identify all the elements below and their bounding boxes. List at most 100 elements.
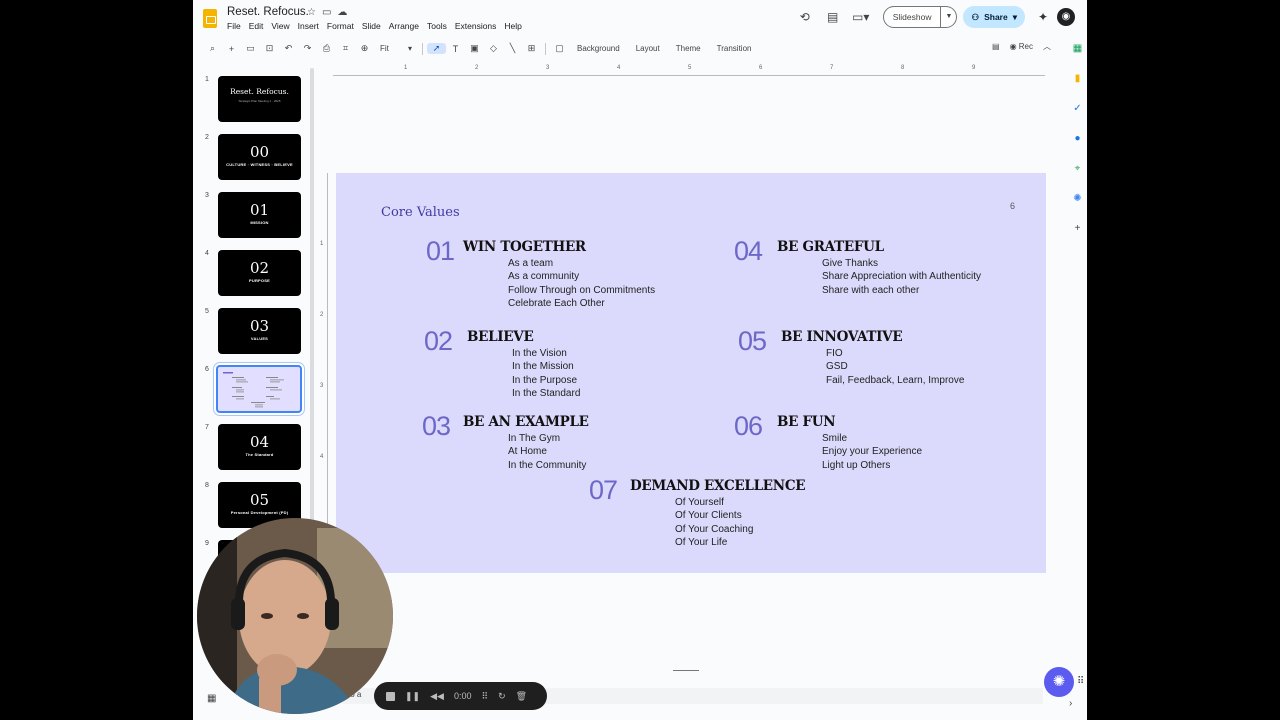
thumbnail-number: 03 [249,317,270,335]
drag-handle-icon[interactable]: ⠿ [481,691,488,702]
account-avatar[interactable]: ◉ [1057,8,1075,26]
slide-thumbnail[interactable]: 04 The Standard [218,424,301,470]
maps-icon[interactable]: ⌖ [1072,163,1084,175]
rewind-icon[interactable]: ◀◀ [430,691,444,702]
menu-arrange[interactable]: Arrange [389,21,419,31]
transition-button[interactable]: Transition [709,44,760,53]
slide-thumbnail[interactable]: 02 PURPOSE [218,250,301,296]
contacts-icon[interactable]: ● [1072,133,1084,145]
comment-add-icon[interactable]: ⊞ [522,43,541,54]
grid-view-icon[interactable]: ▦ [207,693,216,704]
paint-format-icon[interactable]: ⌗ [336,43,355,54]
chevron-right-icon[interactable]: › [1069,698,1072,709]
slide-layout-icon[interactable]: ▭ [241,43,260,54]
redo-icon[interactable]: ↷ [298,43,317,54]
core-value-number: 03 [422,411,451,441]
menu-help[interactable]: Help [504,21,521,31]
slide-number: 3 [205,192,209,199]
horizontal-ruler[interactable]: 1 2 3 4 5 6 7 8 9 [333,64,1045,76]
line-icon[interactable]: ╲ [503,43,522,54]
insert-image-icon[interactable]: ▣ [465,43,484,54]
cloud-status-icon[interactable]: ☁ [337,7,347,18]
menu-file[interactable]: File [227,21,241,31]
core-value-item: In the Standard [512,387,581,399]
sheets-icon[interactable]: ▦ [1072,43,1084,55]
menu-format[interactable]: Format [327,21,354,31]
slide-thumbnail[interactable]: Reset. Refocus. Strategic Plan Meeting 1… [218,76,301,122]
restart-icon[interactable]: ↻ [498,691,506,702]
slide-number: 9 [205,540,209,547]
slideshow-dropdown-icon[interactable]: ▼ [941,6,958,28]
star-icon[interactable]: ☆ [307,7,316,18]
toolbar-right: ▤ ◉ Rec ︿ [992,41,1051,52]
filmstrip-item[interactable]: 7 04 The Standard [193,422,311,472]
slide-thumbnail-active[interactable] [216,365,302,413]
zoom-select[interactable]: Fit ▾ [374,44,418,53]
filmstrip-item[interactable]: 2 00 CULTURE · WITNESS · BELIEVE [193,132,311,182]
share-button[interactable]: ⚇ Share ▾ [963,6,1025,28]
core-value-item: Follow Through on Commitments [508,284,656,296]
get-addons-icon[interactable]: + [1072,223,1084,235]
meet-icon[interactable]: ▭▾ [847,10,875,24]
drag-dots-icon[interactable]: ⠿ [1077,676,1084,687]
core-value-item: In The Gym [508,433,561,444]
collapse-toolbar-icon[interactable]: ︿ [1043,41,1051,52]
slide-number: 1 [205,76,209,83]
vertical-ruler[interactable]: 1 2 3 4 [320,173,328,573]
rec-label: Rec [1018,42,1033,51]
shape-icon[interactable]: ◇ [484,43,503,54]
theme-button[interactable]: Theme [668,44,709,53]
zoom-icon[interactable]: ⊕ [355,43,374,54]
core-value-heading: BE GRATEFUL [777,239,884,255]
speaker-notes-icon[interactable]: ▤ [992,42,1000,51]
slide-canvas[interactable]: Core Values 6 01 WIN TOGETHER As a team … [336,173,1046,573]
share-dropdown-icon[interactable]: ▾ [1013,12,1017,23]
tasks-icon[interactable]: ✓ [1072,103,1084,115]
filmstrip-item[interactable]: 5 03 VALUES [193,306,311,356]
layout-button[interactable]: Layout [628,44,668,53]
core-value-item: Of Your Clients [675,510,742,522]
text-box-icon[interactable]: T [446,44,465,54]
version-history-icon[interactable]: ⟲ [791,10,819,24]
stop-recording-icon[interactable] [386,691,395,701]
menu-view[interactable]: View [271,21,289,31]
pause-icon[interactable]: ❚❚ [405,691,420,702]
addon-icon[interactable]: ✺ [1072,193,1084,205]
core-value-item: At Home [508,446,547,458]
print-icon[interactable]: ⎙ [317,43,336,54]
undo-icon[interactable]: ↶ [279,43,298,54]
search-menus-icon[interactable]: ⌕ [203,43,222,54]
slide-title[interactable]: Core Values [381,205,460,220]
menu-slide[interactable]: Slide [362,21,381,31]
speaker-notes-resize-handle[interactable] [673,670,699,671]
select-tool-icon[interactable]: ➚ [427,43,446,54]
slides-logo-icon[interactable] [203,9,217,28]
comments-icon[interactable]: ▤ [819,10,847,24]
new-slide-icon[interactable]: + [222,44,241,54]
keep-icon[interactable]: ▮ [1072,73,1084,85]
core-value-number: 06 [734,411,763,441]
filmstrip-item[interactable]: 1 Reset. Refocus. Strategic Plan Meeting… [193,74,311,124]
move-folder-icon[interactable]: ▭ [322,7,331,18]
ruler-label: 8 [901,65,905,71]
background-button[interactable]: Background [569,44,628,53]
filmstrip-item[interactable]: 3 01 MISSION [193,190,311,240]
slide-thumbnail[interactable]: 01 MISSION [218,192,301,238]
menu-edit[interactable]: Edit [249,21,264,31]
rec-button[interactable]: ◉ Rec [1010,42,1033,51]
gemini-icon[interactable]: ✦ [1029,10,1057,24]
slide-thumbnail[interactable]: 00 CULTURE · WITNESS · BELIEVE [218,134,301,180]
slide-thumbnail[interactable]: 03 VALUES [218,308,301,354]
menu-extensions[interactable]: Extensions [455,21,497,31]
new-slide-menu-icon[interactable]: ⊡ [260,43,279,54]
gemini-fab-icon[interactable]: ✺ [1044,667,1074,697]
insert-comment-icon[interactable]: ▢ [550,43,569,54]
filmstrip-item-selected[interactable]: 6 [193,364,311,414]
document-title[interactable]: Reset. Refocus. [227,6,309,18]
filmstrip-item[interactable]: 4 02 PURPOSE [193,248,311,298]
delete-icon[interactable]: 🗑 [516,691,527,702]
menu-tools[interactable]: Tools [427,21,447,31]
core-value-item: In the Community [508,459,587,471]
slideshow-button[interactable]: Slideshow [882,6,942,28]
menu-insert[interactable]: Insert [298,21,319,31]
